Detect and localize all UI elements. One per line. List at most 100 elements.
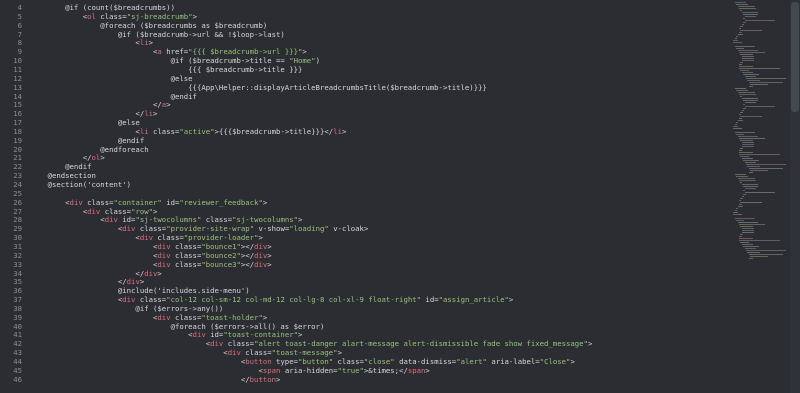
code-line[interactable]: 24 @section('content') — [0, 180, 728, 190]
minimap-line — [740, 26, 743, 27]
minimap-line — [743, 194, 746, 195]
minimap-line — [739, 32, 742, 33]
minimap-line — [744, 192, 776, 193]
minimap-line — [734, 46, 756, 47]
minimap-line — [741, 12, 758, 13]
minimap-line — [739, 154, 780, 155]
minimap-line — [741, 60, 754, 61]
code-area[interactable]: 4 @if (count($breadcrumbs)) 5 <ol class="… — [0, 0, 728, 393]
minimap-line — [748, 172, 753, 173]
code-line[interactable]: 21 </ol> — [0, 154, 728, 163]
minimap-line — [744, 76, 757, 77]
minimap-line — [734, 88, 747, 89]
minimap-line — [737, 222, 759, 223]
minimap-line — [741, 244, 754, 245]
minimap-line — [739, 66, 753, 67]
minimap-line — [741, 56, 754, 57]
minimap-line — [740, 70, 750, 71]
minimap-line — [739, 68, 780, 69]
minimap-line — [740, 148, 744, 149]
minimap-line — [743, 246, 759, 247]
minimap-line — [733, 42, 742, 43]
minimap-line — [743, 74, 759, 75]
minimap-line — [740, 234, 744, 235]
minimap-line — [741, 72, 754, 73]
minimap-line — [744, 20, 776, 21]
minimap-line — [737, 6, 755, 7]
minimap-line — [734, 124, 738, 125]
minimap-line — [741, 110, 744, 111]
minimap-line — [741, 58, 754, 59]
minimap-line — [740, 156, 750, 157]
minimap-line — [740, 182, 743, 183]
minimap-line — [737, 178, 755, 179]
minimap[interactable] — [728, 0, 790, 393]
code-editor[interactable]: 4 @if (count($breadcrumbs)) 5 <ol class="… — [0, 0, 800, 393]
minimap-line — [741, 232, 754, 233]
minimap-line — [739, 64, 742, 65]
minimap-line — [736, 122, 739, 123]
scrollbar-thumb[interactable] — [791, 2, 799, 112]
minimap-line — [748, 86, 753, 87]
minimap-line — [739, 200, 742, 201]
minimap-line — [739, 204, 742, 205]
code-text[interactable]: @section('content') — [30, 180, 131, 190]
minimap-line — [747, 166, 760, 167]
minimap-line — [733, 40, 739, 41]
minimap-line — [741, 142, 754, 143]
minimap-line — [734, 2, 747, 3]
minimap-line — [750, 170, 768, 171]
minimap-line — [740, 54, 754, 55]
minimap-line — [733, 128, 742, 129]
minimap-line — [739, 94, 757, 95]
minimap-line — [737, 50, 759, 51]
minimap-line — [737, 206, 743, 207]
minimap-line — [740, 226, 754, 227]
minimap-line — [739, 8, 757, 9]
code-text[interactable]: </button> — [30, 375, 281, 385]
minimap-line — [737, 34, 743, 35]
minimap-line — [748, 254, 783, 255]
line-number: 46 — [13, 374, 22, 384]
minimap-line — [736, 176, 748, 177]
minimap-line — [743, 100, 759, 101]
minimap-line — [739, 238, 753, 239]
minimap-line — [739, 118, 742, 119]
minimap-line — [736, 48, 744, 49]
minimap-line — [744, 248, 757, 249]
minimap-line — [740, 96, 743, 97]
minimap-line — [750, 84, 768, 85]
minimap-line — [740, 62, 744, 63]
minimap-line — [740, 30, 762, 31]
minimap-line — [744, 16, 757, 17]
minimap-line — [747, 252, 760, 253]
minimap-line — [740, 116, 762, 117]
minimap-line — [737, 92, 755, 93]
code-line[interactable]: 46 </button> — [0, 374, 728, 385]
code-line[interactable]: 20 @endforeach — [0, 145, 728, 155]
minimap-line — [748, 82, 783, 83]
minimap-line — [747, 80, 760, 81]
minimap-line — [739, 138, 765, 139]
minimap-line — [734, 132, 756, 133]
minimap-line — [748, 258, 753, 259]
minimap-line — [743, 14, 759, 15]
code-line[interactable]: 22 @endif — [0, 162, 728, 172]
vertical-scrollbar[interactable] — [790, 0, 800, 393]
minimap-line — [739, 150, 742, 151]
minimap-line — [741, 184, 758, 185]
minimap-line — [748, 168, 783, 169]
minimap-line — [740, 202, 762, 203]
minimap-line — [739, 224, 765, 225]
minimap-line — [737, 120, 743, 121]
minimap-line — [741, 98, 758, 99]
minimap-line — [743, 104, 746, 105]
minimap-line — [739, 236, 742, 237]
minimap-line — [733, 214, 742, 215]
minimap-line — [741, 230, 754, 231]
minimap-line — [740, 140, 754, 141]
minimap-line — [741, 158, 754, 159]
minimap-line — [734, 218, 756, 219]
minimap-line — [740, 112, 743, 113]
minimap-line — [733, 126, 739, 127]
